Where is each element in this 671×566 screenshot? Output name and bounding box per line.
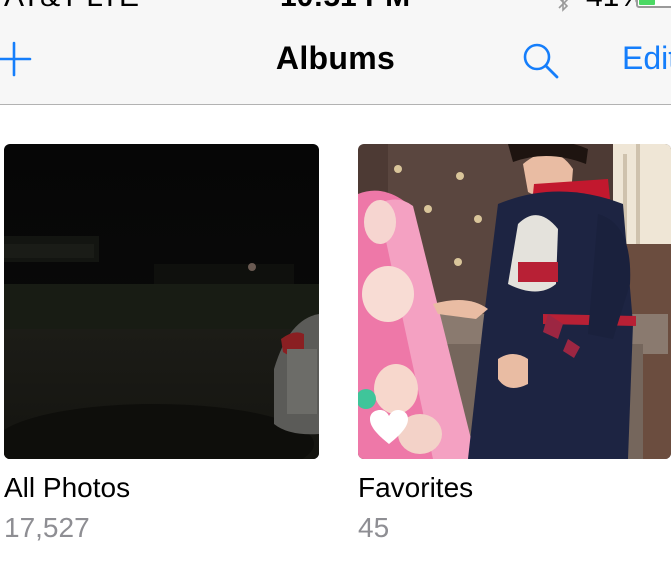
albums-screen: AT&T LTE 10:51 PM 41% Albums Ed	[0, 0, 671, 566]
album-thumbnail[interactable]	[358, 144, 671, 459]
navigation-bar: Albums Edit	[0, 20, 671, 105]
search-button[interactable]	[520, 40, 560, 80]
album-all-photos[interactable]: All Photos 17,527	[4, 144, 319, 554]
carrier-label: AT&T LTE	[4, 0, 139, 14]
night-street-photo	[4, 144, 319, 459]
edit-button[interactable]: Edit	[622, 40, 671, 77]
album-favorites[interactable]: Favorites 45	[358, 144, 671, 554]
search-icon	[523, 43, 559, 79]
heart-icon	[370, 410, 408, 444]
album-count: 17,527	[4, 512, 90, 543]
album-title: Favorites	[358, 472, 474, 503]
battery-fill	[639, 0, 655, 5]
battery-icon	[636, 0, 671, 8]
status-bar: AT&T LTE 10:51 PM 41%	[0, 0, 671, 20]
album-title: All Photos	[4, 472, 131, 503]
bluetooth-icon	[558, 0, 569, 12]
album-thumbnail[interactable]	[4, 144, 319, 459]
page-title: Albums	[275, 40, 396, 76]
status-time: 10:51 PM	[280, 0, 410, 14]
album-count: 45	[358, 512, 390, 543]
